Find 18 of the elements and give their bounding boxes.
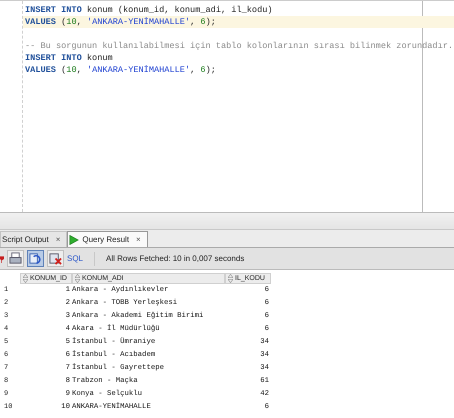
sort-icon[interactable]: [23, 274, 28, 282]
tab[interactable]: Script Output ×: [0, 231, 68, 247]
status-text: All Rows Fetched: 10 in 0,007 seconds: [106, 254, 244, 263]
play-icon: [69, 234, 80, 244]
sort-icon[interactable]: [228, 274, 233, 282]
sql-link[interactable]: SQL: [67, 254, 84, 263]
delete-button[interactable]: [47, 250, 64, 267]
code-line: VALUES (10, 'ANKARA-YENİMAHALLE', 6);: [24, 64, 217, 76]
close-icon[interactable]: ×: [136, 235, 141, 244]
code-editor[interactable]: [0, 0, 454, 212]
tab[interactable]: Query Result ×: [67, 231, 148, 247]
code-line: INSERT INTO konum (konum_id, konum_adi, il_kodu): [24, 4, 274, 16]
close-icon[interactable]: ×: [56, 235, 60, 244]
sort-icon[interactable]: [75, 274, 80, 282]
code-line: INSERT INTO konum: [24, 52, 114, 64]
refresh-button[interactable]: [27, 250, 44, 267]
print-button[interactable]: [7, 250, 24, 267]
splitter-bar[interactable]: [0, 212, 454, 230]
